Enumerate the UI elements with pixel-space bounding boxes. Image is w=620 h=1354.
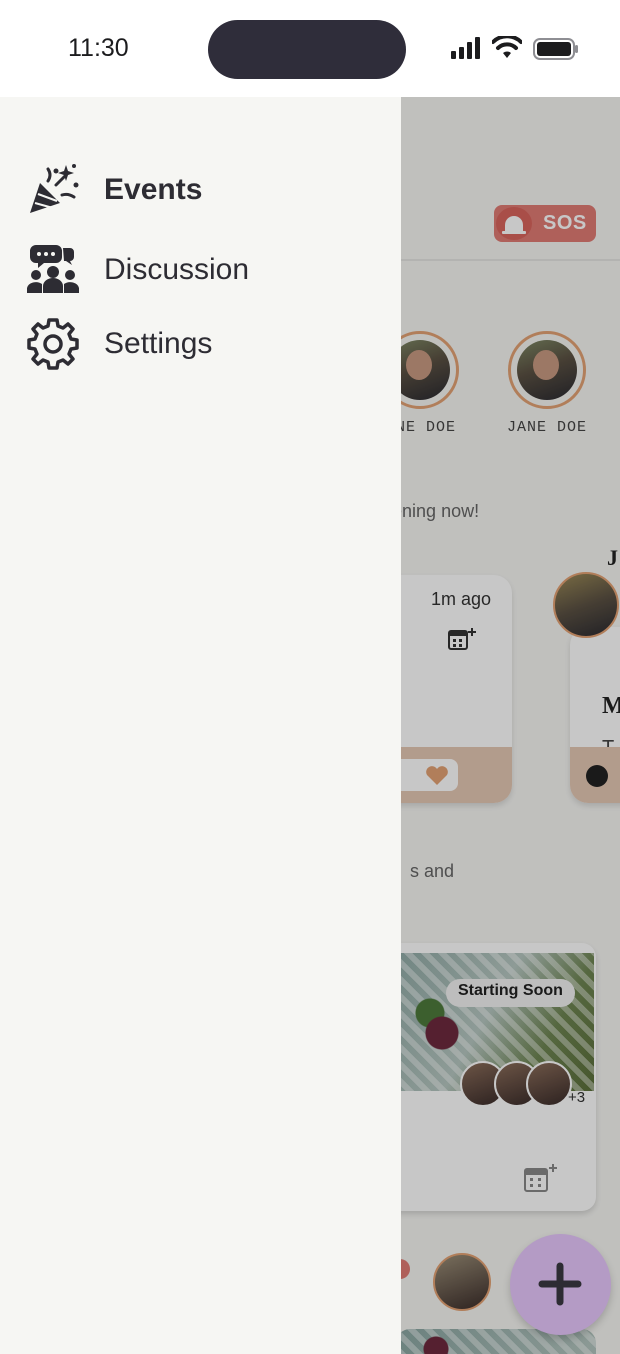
- user-avatar[interactable]: [433, 1253, 491, 1311]
- calendar-add-icon[interactable]: [524, 1163, 558, 1193]
- cellular-signal-icon: [451, 37, 480, 59]
- status-time: 11:30: [68, 34, 129, 62]
- attendee-more-count: +3: [568, 1089, 586, 1106]
- sos-button[interactable]: SOS: [494, 205, 596, 242]
- card-title: M: [602, 693, 620, 719]
- section-heading: s and: [410, 861, 455, 881]
- event-time-ago: 1m ago: [431, 589, 492, 609]
- alarm-bell-icon: [496, 207, 532, 240]
- dynamic-island: [208, 20, 406, 79]
- drawer-item-label: Settings: [104, 327, 213, 360]
- sos-label: SOS: [543, 212, 587, 234]
- attendee-avatar: [526, 1061, 572, 1107]
- heart-icon[interactable]: [425, 766, 449, 786]
- navigation-drawer: Events Discussion Settings: [0, 97, 401, 1354]
- battery-icon: [533, 38, 578, 60]
- drawer-item-discussion[interactable]: Discussion: [26, 239, 366, 299]
- plus-icon: [538, 1262, 582, 1306]
- story-name: JANE DOE: [507, 419, 588, 436]
- party-popper-icon: [30, 164, 79, 213]
- wifi-icon: [492, 36, 522, 58]
- drawer-item-label: Events: [104, 173, 203, 206]
- header-divider: [400, 259, 620, 261]
- drawer-item-settings[interactable]: Settings: [26, 313, 366, 373]
- event-card[interactable]: M T: [570, 627, 620, 803]
- story-avatar[interactable]: [508, 331, 586, 409]
- story-name: NE DOE: [396, 419, 457, 436]
- author-initial: J: [607, 545, 618, 570]
- add-button[interactable]: [510, 1234, 611, 1335]
- author-avatar[interactable]: [553, 572, 619, 638]
- gear-icon: [27, 318, 79, 370]
- status-badge: Starting Soon: [446, 979, 575, 1007]
- clock-icon: [586, 765, 608, 787]
- status-bar: 11:30: [0, 0, 620, 97]
- drawer-item-events[interactable]: Events: [26, 159, 366, 219]
- discussion-group-icon: [27, 245, 79, 293]
- calendar-add-icon[interactable]: [448, 627, 478, 651]
- drawer-item-label: Discussion: [104, 253, 250, 286]
- featured-event-card[interactable]: Starting Soon +3: [372, 943, 596, 1211]
